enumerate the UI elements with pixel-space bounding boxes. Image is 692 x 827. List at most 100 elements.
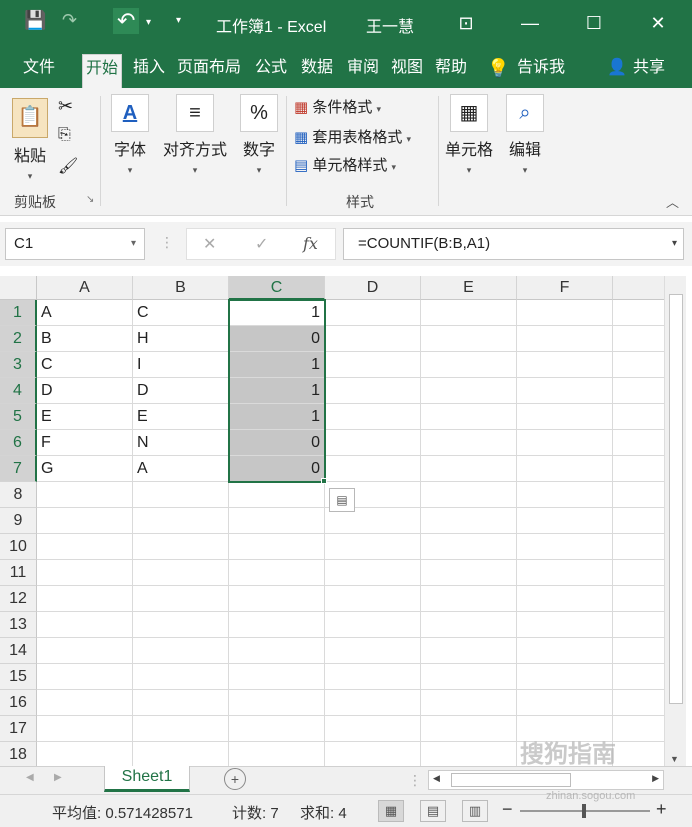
cell-c5[interactable]: 1 bbox=[229, 404, 325, 430]
tab-insert[interactable]: 插入 bbox=[130, 54, 168, 88]
cell-f12[interactable] bbox=[517, 586, 613, 612]
cell-b6[interactable]: N bbox=[133, 430, 229, 456]
column-header-e[interactable]: E bbox=[421, 276, 517, 300]
page-layout-view-icon[interactable]: ▤ bbox=[420, 800, 446, 822]
cell-c10[interactable] bbox=[229, 534, 325, 560]
undo-dropdown-icon[interactable]: ▾ bbox=[146, 17, 151, 28]
row-header-11[interactable]: 11 bbox=[0, 560, 37, 586]
cell-b9[interactable] bbox=[133, 508, 229, 534]
row-header-5[interactable]: 5 bbox=[0, 404, 37, 430]
row-header-13[interactable]: 13 bbox=[0, 612, 37, 638]
collapse-ribbon-icon[interactable]: ︿ bbox=[666, 192, 679, 211]
cell-a12[interactable] bbox=[37, 586, 133, 612]
cell-a1[interactable]: A bbox=[37, 300, 133, 326]
name-box[interactable]: C1 ▾ bbox=[5, 228, 145, 260]
cell-d16[interactable] bbox=[325, 690, 421, 716]
row-header-18[interactable]: 18 bbox=[0, 742, 37, 766]
cell-g18[interactable] bbox=[613, 742, 664, 766]
row-header-7[interactable]: 7 bbox=[0, 456, 37, 482]
cell-f3[interactable] bbox=[517, 352, 613, 378]
next-sheet-icon[interactable]: ▶ bbox=[54, 772, 62, 783]
cell-b2[interactable]: H bbox=[133, 326, 229, 352]
cell-e4[interactable] bbox=[421, 378, 517, 404]
zoom-out-icon[interactable]: − bbox=[502, 799, 513, 820]
cell-d15[interactable] bbox=[325, 664, 421, 690]
cell-a10[interactable] bbox=[37, 534, 133, 560]
cell-f7[interactable] bbox=[517, 456, 613, 482]
cell-e14[interactable] bbox=[421, 638, 517, 664]
cell-e9[interactable] bbox=[421, 508, 517, 534]
cell-d12[interactable] bbox=[325, 586, 421, 612]
scroll-down-icon[interactable]: ▼ bbox=[670, 754, 679, 764]
row-header-8[interactable]: 8 bbox=[0, 482, 37, 508]
cell-styles-button[interactable]: ▤ 单元格样式 ▾ bbox=[294, 154, 396, 175]
cell-b7[interactable]: A bbox=[133, 456, 229, 482]
tab-data[interactable]: 数据 bbox=[298, 54, 336, 88]
cell-e1[interactable] bbox=[421, 300, 517, 326]
minimize-button[interactable]: — bbox=[510, 8, 550, 38]
cell-d6[interactable] bbox=[325, 430, 421, 456]
share-button[interactable]: 共享 bbox=[630, 54, 668, 88]
cell-a16[interactable] bbox=[37, 690, 133, 716]
cell-g8[interactable] bbox=[613, 482, 664, 508]
cell-a11[interactable] bbox=[37, 560, 133, 586]
name-box-dropdown-icon[interactable]: ▾ bbox=[131, 229, 136, 259]
cell-b8[interactable] bbox=[133, 482, 229, 508]
cell-c6[interactable]: 0 bbox=[229, 430, 325, 456]
cell-e5[interactable] bbox=[421, 404, 517, 430]
row-header-6[interactable]: 6 bbox=[0, 430, 37, 456]
tab-help[interactable]: 帮助 bbox=[432, 54, 470, 88]
cell-a14[interactable] bbox=[37, 638, 133, 664]
cell-c11[interactable] bbox=[229, 560, 325, 586]
editing-button[interactable]: ⌕ 编辑 ▾ bbox=[502, 94, 548, 178]
cell-c9[interactable] bbox=[229, 508, 325, 534]
vertical-scroll-thumb[interactable] bbox=[669, 294, 683, 704]
cell-d7[interactable] bbox=[325, 456, 421, 482]
cell-a5[interactable]: E bbox=[37, 404, 133, 430]
cell-g12[interactable] bbox=[613, 586, 664, 612]
cell-a2[interactable]: B bbox=[37, 326, 133, 352]
column-header-f[interactable]: F bbox=[517, 276, 613, 300]
cell-a13[interactable] bbox=[37, 612, 133, 638]
cell-c2[interactable]: 0 bbox=[229, 326, 325, 352]
cell-e2[interactable] bbox=[421, 326, 517, 352]
row-header-12[interactable]: 12 bbox=[0, 586, 37, 612]
cell-g7[interactable] bbox=[613, 456, 664, 482]
cell-b17[interactable] bbox=[133, 716, 229, 742]
prev-sheet-icon[interactable]: ◀ bbox=[26, 772, 34, 783]
cell-d5[interactable] bbox=[325, 404, 421, 430]
cell-g15[interactable] bbox=[613, 664, 664, 690]
tab-review[interactable]: 审阅 bbox=[344, 54, 382, 88]
lightbulb-icon[interactable]: 💡 bbox=[484, 54, 512, 88]
paste-button[interactable]: 📋 粘贴 ▾ bbox=[8, 98, 52, 184]
cell-d1[interactable] bbox=[325, 300, 421, 326]
copy-icon[interactable]: ⎘ bbox=[58, 126, 71, 144]
cell-f14[interactable] bbox=[517, 638, 613, 664]
row-header-15[interactable]: 15 bbox=[0, 664, 37, 690]
tab-home[interactable]: 开始 bbox=[82, 54, 123, 88]
cell-f4[interactable] bbox=[517, 378, 613, 404]
cell-e15[interactable] bbox=[421, 664, 517, 690]
cell-f1[interactable] bbox=[517, 300, 613, 326]
cell-d17[interactable] bbox=[325, 716, 421, 742]
save-icon[interactable]: 💾 bbox=[24, 10, 46, 31]
cell-g1[interactable] bbox=[613, 300, 664, 326]
cell-c12[interactable] bbox=[229, 586, 325, 612]
cell-a3[interactable]: C bbox=[37, 352, 133, 378]
cell-g14[interactable] bbox=[613, 638, 664, 664]
row-header-2[interactable]: 2 bbox=[0, 326, 37, 352]
cell-g4[interactable] bbox=[613, 378, 664, 404]
scroll-left-icon[interactable]: ◀ bbox=[433, 773, 440, 784]
cell-g6[interactable] bbox=[613, 430, 664, 456]
cell-g2[interactable] bbox=[613, 326, 664, 352]
cell-c4[interactable]: 1 bbox=[229, 378, 325, 404]
cell-e17[interactable] bbox=[421, 716, 517, 742]
cell-b5[interactable]: E bbox=[133, 404, 229, 430]
column-header-c[interactable]: C bbox=[229, 276, 325, 300]
tab-file[interactable]: 文件 bbox=[20, 54, 58, 88]
select-all-button[interactable] bbox=[0, 276, 37, 300]
cell-a8[interactable] bbox=[37, 482, 133, 508]
person-add-icon[interactable]: 👤 bbox=[604, 54, 630, 88]
cell-c7[interactable]: 0 bbox=[229, 456, 325, 482]
cell-d11[interactable] bbox=[325, 560, 421, 586]
